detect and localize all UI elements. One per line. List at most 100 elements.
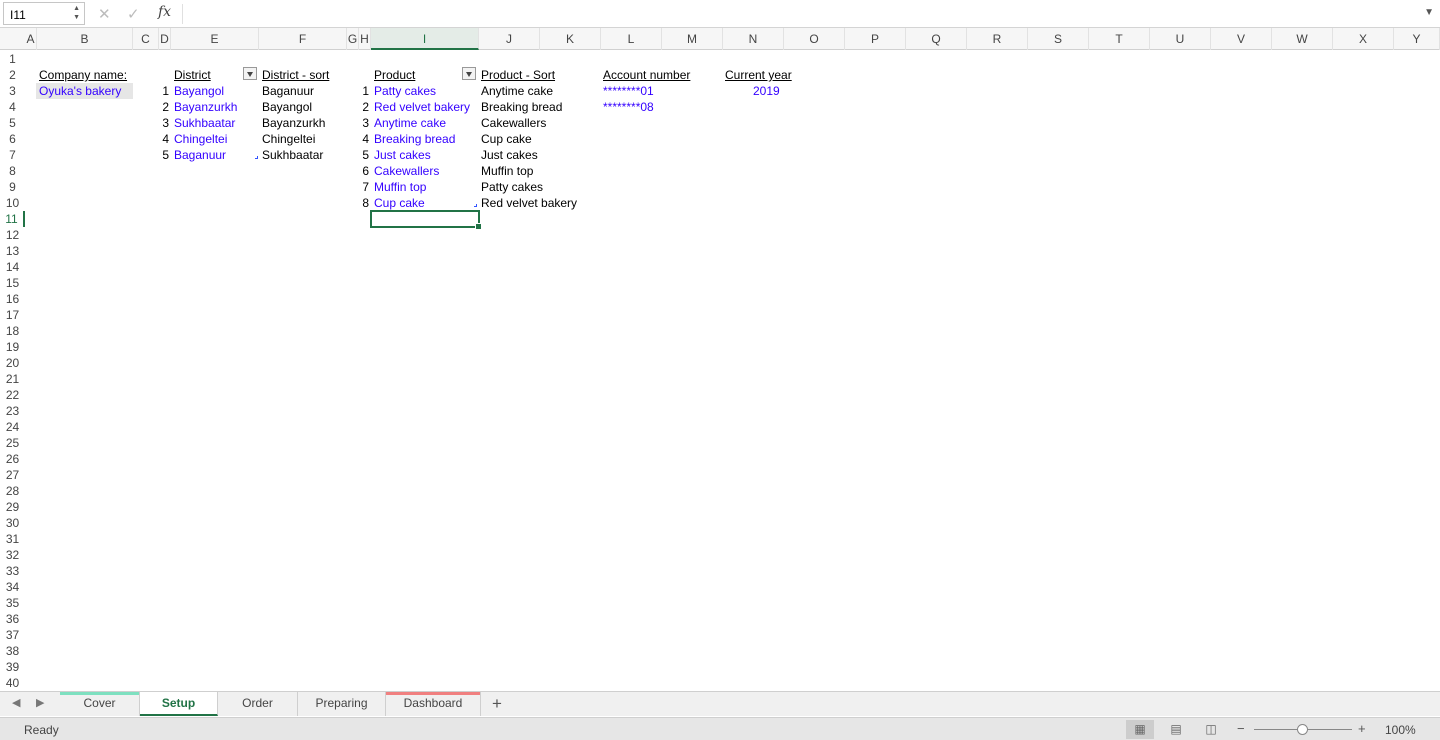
normal-view-icon[interactable]: ▦ — [1126, 720, 1154, 739]
tab-dashboard[interactable]: Dashboard — [386, 692, 481, 716]
product-sorted-cell[interactable]: Breaking bread — [481, 99, 562, 115]
row-header[interactable]: 13 — [0, 243, 25, 259]
row-header[interactable]: 15 — [0, 275, 25, 291]
district-index-cell[interactable]: 1 — [150, 83, 169, 99]
row-header[interactable]: 21 — [0, 371, 25, 387]
row-header[interactable]: 36 — [0, 611, 25, 627]
row-header[interactable]: 29 — [0, 499, 25, 515]
column-header-t[interactable]: T — [1089, 28, 1150, 50]
district-name-cell[interactable]: Bayangol — [174, 83, 224, 99]
zoom-slider-handle[interactable] — [1297, 724, 1308, 735]
formula-input[interactable] — [190, 6, 1410, 22]
column-header-r[interactable]: R — [967, 28, 1028, 50]
row-header[interactable]: 16 — [0, 291, 25, 307]
product-filter-button[interactable] — [462, 67, 476, 80]
column-header-u[interactable]: U — [1150, 28, 1211, 50]
product-name-cell[interactable]: Patty cakes — [374, 83, 436, 99]
row-header[interactable]: 32 — [0, 547, 25, 563]
tab-scroll-right-icon[interactable]: ▶ — [36, 696, 44, 709]
column-header-e[interactable]: E — [171, 28, 259, 50]
zoom-in-button[interactable]: + — [1358, 721, 1366, 736]
row-header[interactable]: 30 — [0, 515, 25, 531]
column-header-k[interactable]: K — [540, 28, 601, 50]
product-index-cell[interactable]: 8 — [350, 195, 369, 211]
column-header-i[interactable]: I — [371, 28, 479, 50]
product-index-cell[interactable]: 4 — [350, 131, 369, 147]
column-header-y[interactable]: Y — [1394, 28, 1440, 50]
row-header[interactable]: 10 — [0, 195, 25, 211]
name-box[interactable]: I11 ▲ ▼ — [3, 2, 85, 25]
district-sorted-cell[interactable]: Chingeltei — [262, 131, 315, 147]
product-index-cell[interactable]: 6 — [350, 163, 369, 179]
row-header[interactable]: 6 — [0, 131, 25, 147]
row-header[interactable]: 12 — [0, 227, 25, 243]
row-header[interactable]: 37 — [0, 627, 25, 643]
tab-preparing[interactable]: Preparing — [298, 692, 386, 716]
district-name-cell[interactable]: Bayanzurkh — [174, 99, 237, 115]
column-header-g[interactable]: G — [347, 28, 359, 50]
page-break-view-icon[interactable]: ◫ — [1197, 720, 1225, 739]
account-number-cell[interactable]: ********01 — [603, 83, 654, 99]
district-name-cell[interactable]: Sukhbaatar — [174, 115, 235, 131]
row-header[interactable]: 35 — [0, 595, 25, 611]
product-name-cell[interactable]: Cup cake — [374, 195, 425, 211]
product-sorted-cell[interactable]: Cakewallers — [481, 115, 546, 131]
column-header-o[interactable]: O — [784, 28, 845, 50]
district-index-cell[interactable]: 5 — [150, 147, 169, 163]
column-header-s[interactable]: S — [1028, 28, 1089, 50]
column-header-q[interactable]: Q — [906, 28, 967, 50]
row-header[interactable]: 33 — [0, 563, 25, 579]
product-sorted-cell[interactable]: Patty cakes — [481, 179, 543, 195]
row-header[interactable]: 14 — [0, 259, 25, 275]
product-index-cell[interactable]: 1 — [350, 83, 369, 99]
check-icon[interactable]: ✓ — [127, 5, 140, 23]
column-header-x[interactable]: X — [1333, 28, 1394, 50]
column-header-b[interactable]: B — [37, 28, 133, 50]
row-header[interactable]: 2 — [0, 67, 25, 83]
zoom-out-button[interactable]: − — [1237, 721, 1245, 736]
product-sorted-cell[interactable]: Cup cake — [481, 131, 532, 147]
column-header-v[interactable]: V — [1211, 28, 1272, 50]
product-sorted-cell[interactable]: Anytime cake — [481, 83, 553, 99]
product-name-cell[interactable]: Red velvet bakery — [374, 99, 470, 115]
row-header[interactable]: 9 — [0, 179, 25, 195]
row-header[interactable]: 40 — [0, 675, 25, 691]
column-header-l[interactable]: L — [601, 28, 662, 50]
row-header[interactable]: 3 — [0, 83, 25, 99]
row-header[interactable]: 19 — [0, 339, 25, 355]
product-index-cell[interactable]: 5 — [350, 147, 369, 163]
page-layout-view-icon[interactable]: ▤ — [1162, 720, 1190, 739]
column-header-m[interactable]: M — [662, 28, 723, 50]
row-header[interactable]: 27 — [0, 467, 25, 483]
account-number-cell[interactable]: ********08 — [603, 99, 654, 115]
product-name-cell[interactable]: Breaking bread — [374, 131, 455, 147]
name-box-spinner-icon[interactable]: ▲ ▼ — [73, 4, 80, 22]
tab-scroll-left-icon[interactable]: ◀ — [12, 696, 20, 709]
row-header[interactable]: 34 — [0, 579, 25, 595]
row-header[interactable]: 11 — [0, 211, 25, 227]
column-header-c[interactable]: C — [133, 28, 159, 50]
district-name-cell[interactable]: Baganuur — [174, 147, 226, 163]
tab-order[interactable]: Order — [218, 692, 298, 716]
column-header-n[interactable]: N — [723, 28, 784, 50]
row-header[interactable]: 24 — [0, 419, 25, 435]
row-header[interactable]: 5 — [0, 115, 25, 131]
row-header[interactable]: 23 — [0, 403, 25, 419]
row-header[interactable]: 22 — [0, 387, 25, 403]
row-header[interactable]: 1 — [0, 51, 25, 67]
product-index-cell[interactable]: 2 — [350, 99, 369, 115]
row-header[interactable]: 17 — [0, 307, 25, 323]
row-header[interactable]: 26 — [0, 451, 25, 467]
product-sorted-cell[interactable]: Muffin top — [481, 163, 533, 179]
column-header-j[interactable]: J — [479, 28, 540, 50]
column-header-d[interactable]: D — [159, 28, 171, 50]
product-sorted-cell[interactable]: Red velvet bakery — [481, 195, 577, 211]
row-header[interactable]: 25 — [0, 435, 25, 451]
district-sorted-cell[interactable]: Sukhbaatar — [262, 147, 323, 163]
column-header-f[interactable]: F — [259, 28, 347, 50]
product-sorted-cell[interactable]: Just cakes — [481, 147, 538, 163]
column-header-p[interactable]: P — [845, 28, 906, 50]
district-sorted-cell[interactable]: Baganuur — [262, 83, 314, 99]
product-index-cell[interactable]: 3 — [350, 115, 369, 131]
row-header[interactable]: 38 — [0, 643, 25, 659]
